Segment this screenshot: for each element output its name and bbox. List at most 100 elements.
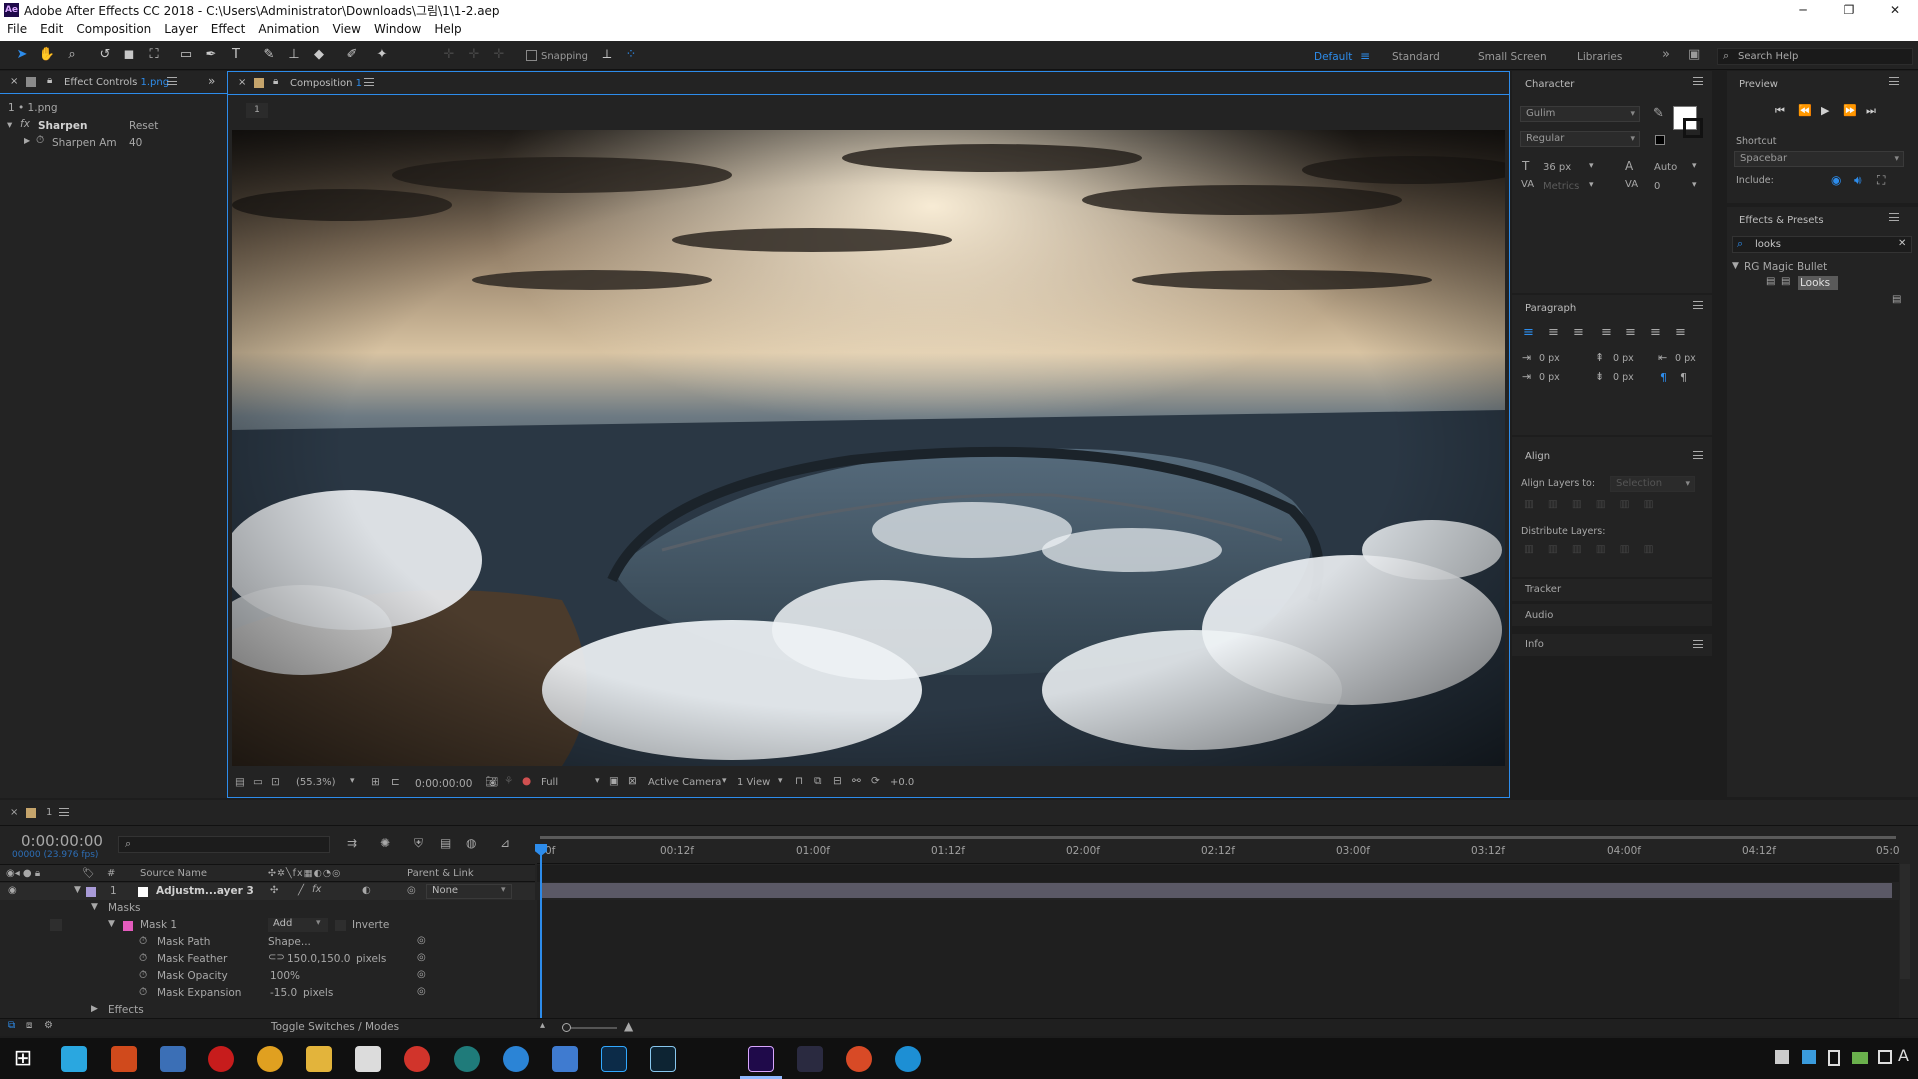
column-parent-link[interactable]: Parent & Link [407, 868, 474, 879]
search-help-box[interactable]: ⌕ Search Help [1717, 48, 1913, 65]
menu-layer[interactable]: Layer [164, 21, 197, 36]
panel-menu-icon[interactable] [59, 808, 69, 816]
pickwhip-icon[interactable]: ◎ [417, 935, 426, 946]
mask-property-value[interactable]: -15.0 [270, 987, 297, 999]
transfer-controls-toggle-icon[interactable]: ⧈ [26, 1020, 32, 1031]
parent-dropdown[interactable]: None ▾ [426, 884, 512, 899]
effect-item-looks[interactable]: Looks [1798, 276, 1838, 290]
brush-tool-icon[interactable]: ✎ [260, 47, 278, 63]
menu-file[interactable]: File [7, 21, 27, 36]
menu-help[interactable]: Help [434, 21, 461, 36]
clear-search-icon[interactable]: ✕ [1898, 238, 1906, 249]
camera-dropdown[interactable]: Active Camera [648, 777, 721, 788]
stopwatch-icon[interactable]: ⏱ [139, 986, 147, 999]
shy-switch-icon[interactable]: ✣ [270, 885, 278, 896]
masks-disclosure-icon[interactable]: ▼ [91, 902, 98, 912]
layer-name[interactable]: Adjustm...ayer 3 [156, 885, 254, 897]
property-value[interactable]: 40 [129, 137, 142, 149]
inverted-checkbox[interactable] [335, 920, 346, 931]
close-button[interactable]: ✕ [1872, 0, 1918, 21]
taskbar-s-app-icon[interactable] [404, 1046, 430, 1072]
views-chevron-icon[interactable]: ▾ [778, 776, 783, 786]
workspace-libraries[interactable]: Libraries [1577, 51, 1622, 63]
tracker-panel[interactable]: Tracker [1512, 579, 1712, 601]
layer-row[interactable]: ◉ ▼ 1 Adjustm...ayer 3 ✣ ╱ fx ◐ ◎ None ▾ [0, 883, 535, 900]
eraser-tool-icon[interactable]: ◆ [310, 47, 328, 63]
adjustment-switch-icon[interactable]: ◐ [362, 885, 371, 896]
reset-link[interactable]: Reset [129, 120, 158, 132]
tray-display-icon[interactable] [1878, 1050, 1892, 1064]
align-center-icon[interactable]: ≡ [1548, 325, 1559, 340]
taskbar-paint-icon[interactable] [355, 1046, 381, 1072]
mask-property-value[interactable]: Shape... [268, 936, 311, 948]
playhead-line[interactable] [540, 844, 542, 1018]
frame-blending-icon[interactable]: ▤ [440, 836, 451, 850]
mask-mode-dropdown[interactable]: Add ▾ [268, 918, 328, 932]
masks-group-row[interactable]: ▼ Masks [0, 900, 535, 917]
menu-animation[interactable]: Animation [258, 21, 319, 36]
workspace-layout-icon[interactable]: ▣ [1688, 47, 1700, 62]
timeline-scrollbar[interactable] [1900, 864, 1910, 979]
comp-flowchart-icon[interactable]: ⚯ [852, 775, 861, 787]
windows-start-icon[interactable]: ⊞ [10, 1046, 36, 1072]
tray-ime-icon[interactable]: A [1898, 1046, 1909, 1065]
menu-window[interactable]: Window [374, 21, 421, 36]
panel-menu-icon[interactable] [1693, 77, 1703, 85]
next-frame-icon[interactable]: ⏩ [1843, 104, 1857, 117]
pickwhip-icon[interactable]: ◎ [407, 885, 416, 896]
pickwhip-icon[interactable]: ◎ [417, 986, 426, 997]
font-style-dropdown[interactable]: Regular [1520, 131, 1640, 147]
zoom-dropdown[interactable]: (55.3%) [296, 777, 336, 788]
pen-tool-icon[interactable]: ✒ [202, 47, 220, 63]
snapshot-icon[interactable]: 📷︎ [485, 775, 498, 788]
effect-controls-tab[interactable]: Effect Controls 1.png [64, 77, 169, 88]
timeline-track-area[interactable] [537, 900, 1899, 1018]
maximize-button[interactable]: ❐ [1826, 0, 1872, 21]
ltr-direction-icon[interactable]: ¶ [1660, 371, 1667, 384]
include-audio-icon[interactable]: 🔊︎ [1854, 173, 1862, 188]
eyedropper-icon[interactable]: ✎ [1653, 106, 1664, 121]
mask-property-row[interactable]: ⏱ Mask Feather ⊂⊃ 150.0,150.0 pixels ◎ [0, 951, 535, 968]
comp-mini-flowchart-icon[interactable]: ⇉ [347, 836, 357, 850]
distribute-buttons-row[interactable]: ▥▥▥▥▥▥ [1524, 543, 1668, 555]
indent-right-value[interactable]: 0 px [1675, 353, 1696, 364]
toggle-switches-modes-button[interactable]: Toggle Switches / Modes [271, 1021, 399, 1033]
stopwatch-icon[interactable]: ⏱ [139, 969, 147, 982]
panel-menu-icon[interactable] [1693, 640, 1703, 648]
always-preview-icon[interactable]: ▤ [235, 776, 245, 788]
workspace-overflow-icon[interactable]: » [1662, 47, 1670, 62]
lock-icon[interactable]: 🔒︎ [47, 75, 52, 86]
tray-cloud-icon[interactable] [1802, 1050, 1816, 1064]
taskbar-chrome-icon[interactable] [257, 1046, 283, 1072]
minimize-button[interactable]: ─ [1780, 0, 1826, 21]
composition-viewer-image[interactable] [232, 130, 1505, 766]
clone-stamp-tool-icon[interactable]: ⊥ [285, 47, 303, 63]
panel-menu-icon[interactable] [1693, 301, 1703, 309]
layer-switches-toggle-icon[interactable]: ⧉ [8, 1020, 15, 1031]
timeline-timecode[interactable]: 0:00:00:00 [21, 832, 103, 850]
snapping-options-icon[interactable]: ⟂ [598, 47, 616, 63]
tracking-chevron-icon[interactable]: ▾ [1692, 180, 1697, 190]
last-frame-icon[interactable]: ⏭ [1866, 104, 1876, 118]
pickwhip-icon[interactable]: ◎ [417, 952, 426, 963]
taskbar-browser-icon[interactable] [503, 1046, 529, 1072]
snapping-checkbox[interactable] [526, 50, 537, 61]
shortcut-dropdown[interactable]: Spacebar [1734, 151, 1904, 167]
taskbar-store-icon[interactable] [552, 1046, 578, 1072]
tray-usb-icon[interactable] [1828, 1050, 1840, 1066]
justify-all-icon[interactable]: ≡ [1675, 325, 1686, 340]
space-after-value[interactable]: 0 px [1613, 372, 1634, 383]
mask-color-swatch[interactable] [123, 921, 133, 931]
mask-row[interactable]: ▼ Mask 1 Add ▾ Inverte [0, 917, 535, 934]
column-source-name[interactable]: Source Name [140, 868, 207, 879]
menu-composition[interactable]: Composition [76, 21, 151, 36]
font-size-value[interactable]: 36 px [1543, 162, 1571, 173]
stopwatch-icon[interactable]: ⏱ [139, 952, 147, 965]
menu-view[interactable]: View [333, 21, 361, 36]
kerning-value[interactable]: Metrics [1543, 181, 1579, 192]
folder-disclosure-icon[interactable]: ▼ [1732, 261, 1739, 271]
fast-previews-icon[interactable]: ⧉ [814, 775, 822, 788]
zoom-slider-handle[interactable] [562, 1023, 571, 1032]
workspace-default[interactable]: Default [1314, 51, 1352, 63]
workspace-menu-icon[interactable]: ≡ [1360, 49, 1370, 63]
